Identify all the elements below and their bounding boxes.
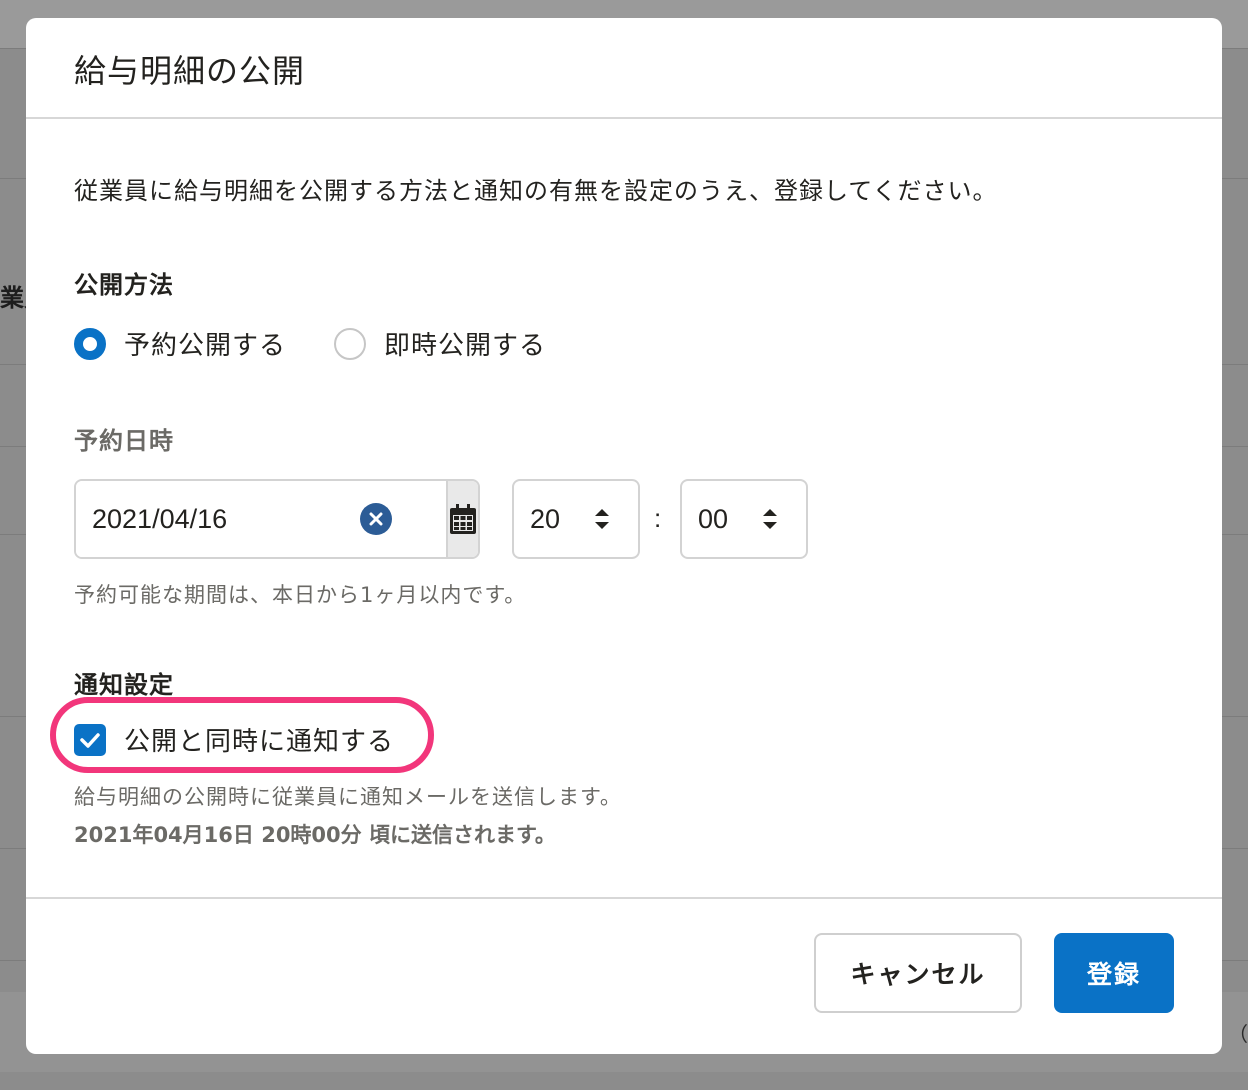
notify-on-publish-checkbox[interactable]: 公開と同時に通知する <box>74 721 394 758</box>
minute-value: 00 <box>698 503 729 534</box>
notification-settings-label: 通知設定 <box>74 671 174 699</box>
close-icon <box>369 512 383 526</box>
radio-scheduled-publish[interactable]: 予約公開する <box>74 325 286 362</box>
dialog-header: 給与明細の公開 <box>26 18 1222 119</box>
schedule-hint: 予約可能な期間は、本日から1ヶ月以内です。 <box>74 583 527 607</box>
sort-arrows-icon <box>595 509 609 529</box>
dialog-footer: キャンセル 登録 <box>26 897 1222 1054</box>
cancel-button[interactable]: キャンセル <box>814 933 1022 1013</box>
notification-note: 給与明細の公開時に従業員に通知メールを送信します。 <box>74 785 622 809</box>
dialog-description: 従業員に給与明細を公開する方法と通知の有無を設定のうえ、登録してください。 <box>74 177 998 205</box>
date-picker <box>74 479 480 559</box>
calendar-icon <box>450 504 476 534</box>
minute-select[interactable]: 00 <box>680 479 808 559</box>
radio-label: 予約公開する <box>124 331 287 361</box>
dialog-body: 従業員に給与明細を公開する方法と通知の有無を設定のうえ、登録してください。 公開… <box>26 119 1222 897</box>
radio-immediate-publish[interactable]: 即時公開する <box>334 325 546 362</box>
clear-date-button[interactable] <box>360 503 392 535</box>
radio-label: 即時公開する <box>384 331 547 361</box>
time-separator: : <box>654 503 662 533</box>
publish-method-radio-group: 予約公開する 即時公開する <box>74 325 594 362</box>
checkbox-checked[interactable] <box>74 723 106 756</box>
background-label: 業員 <box>0 284 26 312</box>
hour-select[interactable]: 20 <box>512 479 640 559</box>
calendar-button[interactable] <box>446 481 478 557</box>
schedule-datetime-label: 予約日時 <box>74 427 174 455</box>
dialog-title: 給与明細の公開 <box>74 52 306 90</box>
checkbox-label: 公開と同時に通知する <box>124 727 395 757</box>
notification-send-time: 2021年04月16日 20時00分 頃に送信されます。 <box>74 823 556 847</box>
radio-button[interactable] <box>334 327 367 360</box>
checkmark-icon <box>80 732 100 748</box>
publish-method-label: 公開方法 <box>74 271 174 299</box>
hour-value: 20 <box>530 503 561 534</box>
register-button[interactable]: 登録 <box>1054 933 1174 1013</box>
radio-button-checked[interactable] <box>74 327 106 360</box>
publish-payslip-dialog: 給与明細の公開 従業員に給与明細を公開する方法と通知の有無を設定のうえ、登録して… <box>26 18 1222 1054</box>
sort-arrows-icon <box>763 509 777 529</box>
background-label: （ <box>1228 1022 1248 1046</box>
